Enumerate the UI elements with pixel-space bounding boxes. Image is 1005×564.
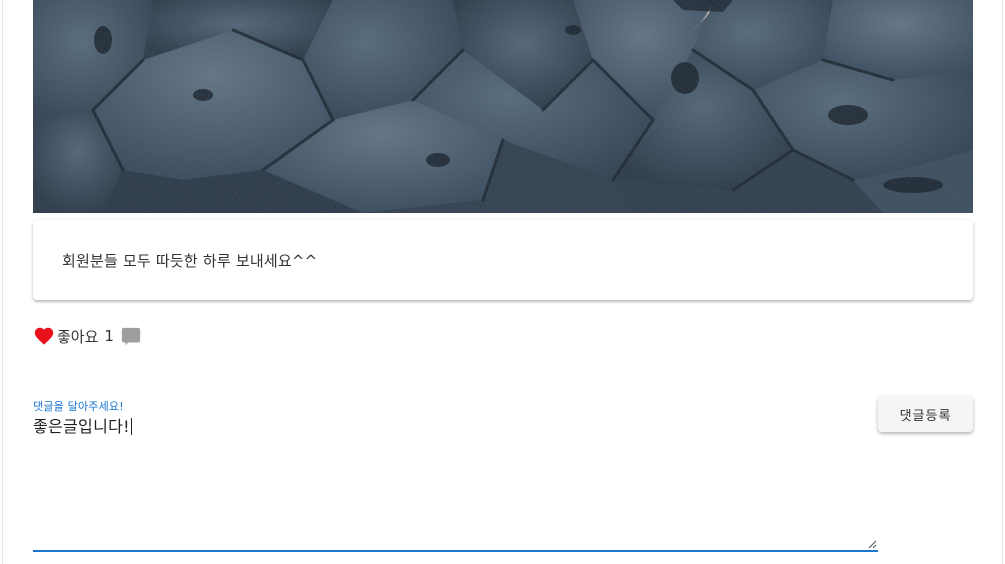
comment-field[interactable]: 댓글을 달아주세요! 좋은글입니다! — [33, 398, 878, 552]
heart-icon[interactable] — [33, 325, 55, 347]
submit-comment-button[interactable]: 댓글등록 — [878, 396, 973, 432]
resize-handle-icon[interactable] — [868, 540, 877, 549]
comment-input-value: 좋은글입니다! — [33, 417, 130, 436]
rocky-shore-photo — [33, 0, 973, 213]
comment-icon[interactable] — [120, 326, 142, 348]
like-count: 1 — [104, 327, 114, 345]
comment-field-label: 댓글을 달아주세요! — [33, 400, 124, 413]
page-frame-right — [1002, 0, 1003, 564]
post-image — [33, 0, 973, 213]
post-content-text: 회원분들 모두 따듯한 하루 보내세요^^ — [62, 252, 318, 270]
comment-field-underline — [33, 550, 878, 552]
like-label: 좋아요 — [57, 327, 99, 346]
post-content-card: 회원분들 모두 따듯한 하루 보내세요^^ — [33, 220, 973, 300]
text-caret — [130, 418, 132, 435]
post-detail-page: 회원분들 모두 따듯한 하루 보내세요^^ 좋아요 1 댓글을 달아주세요! 좋… — [0, 0, 1005, 564]
comment-input[interactable]: 좋은글입니다! — [33, 413, 132, 437]
page-frame-left — [2, 0, 3, 564]
post-action-row: 좋아요 1 — [33, 324, 142, 348]
